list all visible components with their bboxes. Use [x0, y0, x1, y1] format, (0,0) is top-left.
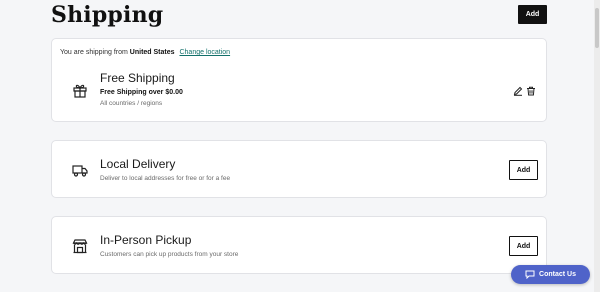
free-shipping-card: You are shipping from United States Chan… [51, 38, 547, 122]
page-scrollbar[interactable] [594, 0, 600, 292]
add-local-delivery-button[interactable]: Add [509, 160, 538, 180]
in-person-pickup-description: Customers can pick up products from your… [100, 251, 239, 258]
truck-icon [72, 162, 88, 178]
store-icon [72, 238, 88, 254]
local-delivery-title: Local Delivery [100, 157, 176, 171]
shipping-origin: You are shipping from United States Chan… [60, 49, 230, 56]
add-shipping-button[interactable]: Add [518, 5, 547, 24]
free-shipping-rule: Free Shipping over $0.00 [100, 89, 183, 96]
in-person-pickup-card: In-Person Pickup Customers can pick up p… [51, 216, 547, 274]
origin-country: United States [129, 49, 175, 56]
gift-icon [72, 82, 88, 98]
origin-prefix: You are shipping from [60, 49, 128, 56]
add-in-person-pickup-button[interactable]: Add [509, 236, 538, 256]
free-shipping-description: All countries / regions [100, 100, 163, 107]
contact-us-label: Contact Us [539, 271, 576, 278]
change-location-link[interactable]: Change location [179, 49, 230, 56]
in-person-pickup-title: In-Person Pickup [100, 233, 192, 247]
pencil-icon[interactable] [513, 86, 523, 96]
page-title: Shipping [51, 2, 164, 28]
scrollbar-thumb[interactable] [595, 8, 599, 48]
contact-us-button[interactable]: Contact Us [511, 265, 590, 284]
chat-icon [525, 270, 535, 279]
trash-icon[interactable] [526, 86, 536, 96]
local-delivery-card: Local Delivery Deliver to local addresse… [51, 140, 547, 198]
local-delivery-description: Deliver to local addresses for free or f… [100, 175, 231, 182]
free-shipping-title: Free Shipping [100, 71, 175, 85]
